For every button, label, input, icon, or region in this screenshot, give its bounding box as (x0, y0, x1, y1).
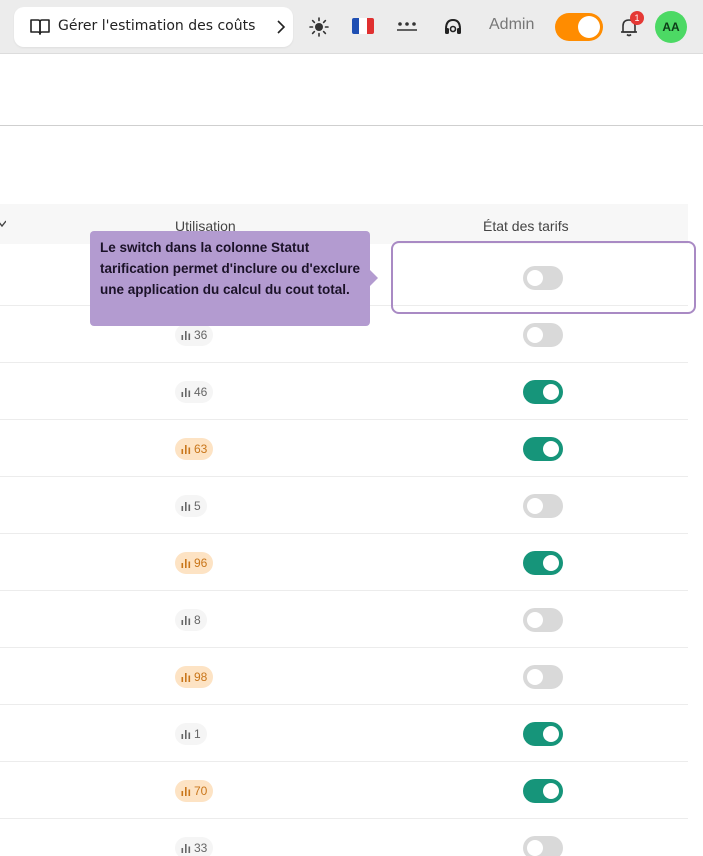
table-row: 33 (0, 819, 688, 856)
tour-tooltip: Le switch dans la colonne Statut tarific… (90, 231, 370, 326)
toggle-knob (578, 16, 600, 38)
usage-value: 96 (194, 556, 208, 570)
bar-chart-icon (181, 559, 191, 568)
usage-value: 46 (194, 385, 208, 399)
bar-chart-icon (181, 673, 191, 682)
usage-value: 70 (194, 784, 208, 798)
usage-value: 8 (194, 613, 201, 627)
usage-badge: 8 (175, 609, 207, 631)
usage-badge: 70 (175, 780, 214, 802)
usage-badge: 46 (175, 381, 214, 403)
switch-knob (527, 840, 543, 856)
sub-header (0, 55, 703, 126)
pricing-status-switch[interactable] (523, 380, 563, 404)
support-headset-icon[interactable] (442, 16, 464, 38)
password-icon[interactable] (396, 18, 418, 34)
table-row: 96 (0, 534, 688, 591)
usage-value: 33 (194, 841, 208, 855)
usage-value: 5 (194, 499, 201, 513)
table-row: 1 (0, 705, 688, 762)
switch-knob (527, 498, 543, 514)
usage-value: 98 (194, 670, 208, 684)
switch-knob (543, 441, 559, 457)
french-flag-icon[interactable] (352, 18, 374, 34)
pricing-status-switch[interactable] (523, 779, 563, 803)
pricing-status-switch[interactable] (523, 836, 563, 856)
pricing-status-switch[interactable] (523, 722, 563, 746)
switch-knob (543, 384, 559, 400)
usage-value: 36 (194, 328, 208, 342)
switch-knob (527, 327, 543, 343)
usage-badge: 98 (175, 666, 214, 688)
pricing-status-switch[interactable] (523, 608, 563, 632)
bar-chart-icon (181, 331, 191, 340)
guide-label: Gérer l'estimation des coûts (58, 18, 256, 34)
pricing-status-switch[interactable] (523, 323, 563, 347)
usage-badge: 1 (175, 723, 207, 745)
tooltip-arrow (370, 270, 378, 286)
pricing-status-switch[interactable] (523, 665, 563, 689)
top-bar: Gérer l'estimation des coûts Admin 1 AA (0, 0, 703, 54)
bar-chart-icon (181, 388, 191, 397)
usage-value: 1 (194, 727, 201, 741)
chevron-right-icon (277, 20, 286, 34)
table-row: 5 (0, 477, 688, 534)
bar-chart-icon (181, 445, 191, 454)
sun-icon[interactable] (308, 16, 330, 38)
pricing-status-switch[interactable] (523, 551, 563, 575)
switch-knob (543, 726, 559, 742)
avatar[interactable]: AA (655, 11, 687, 43)
switch-knob (527, 612, 543, 628)
switch-knob (543, 783, 559, 799)
usage-badge: 36 (175, 324, 214, 346)
cost-estimation-guide-button[interactable]: Gérer l'estimation des coûts (14, 7, 293, 47)
admin-label: Admin (489, 16, 535, 33)
usage-badge: 33 (175, 837, 214, 856)
bar-chart-icon (181, 787, 191, 796)
sort-chevron-icon[interactable] (0, 220, 6, 228)
admin-mode-toggle[interactable] (555, 13, 603, 41)
usage-badge: 63 (175, 438, 214, 460)
bar-chart-icon (181, 616, 191, 625)
pricing-status-switch[interactable] (523, 437, 563, 461)
usage-badge: 96 (175, 552, 214, 574)
table-row: 8 (0, 591, 688, 648)
bar-chart-icon (181, 730, 191, 739)
notification-badge: 1 (630, 11, 644, 25)
column-header-etat-des-tarifs[interactable]: État des tarifs (483, 218, 569, 234)
pricing-status-switch[interactable] (523, 494, 563, 518)
tour-highlight-box (391, 241, 696, 314)
switch-knob (543, 555, 559, 571)
bar-chart-icon (181, 502, 191, 511)
table-row: 70 (0, 762, 688, 819)
book-icon (30, 19, 50, 35)
table-row: 63 (0, 420, 688, 477)
usage-value: 63 (194, 442, 208, 456)
table-row: 46 (0, 363, 688, 420)
bar-chart-icon (181, 844, 191, 853)
table-row: 98 (0, 648, 688, 705)
switch-knob (527, 669, 543, 685)
usage-badge: 5 (175, 495, 207, 517)
